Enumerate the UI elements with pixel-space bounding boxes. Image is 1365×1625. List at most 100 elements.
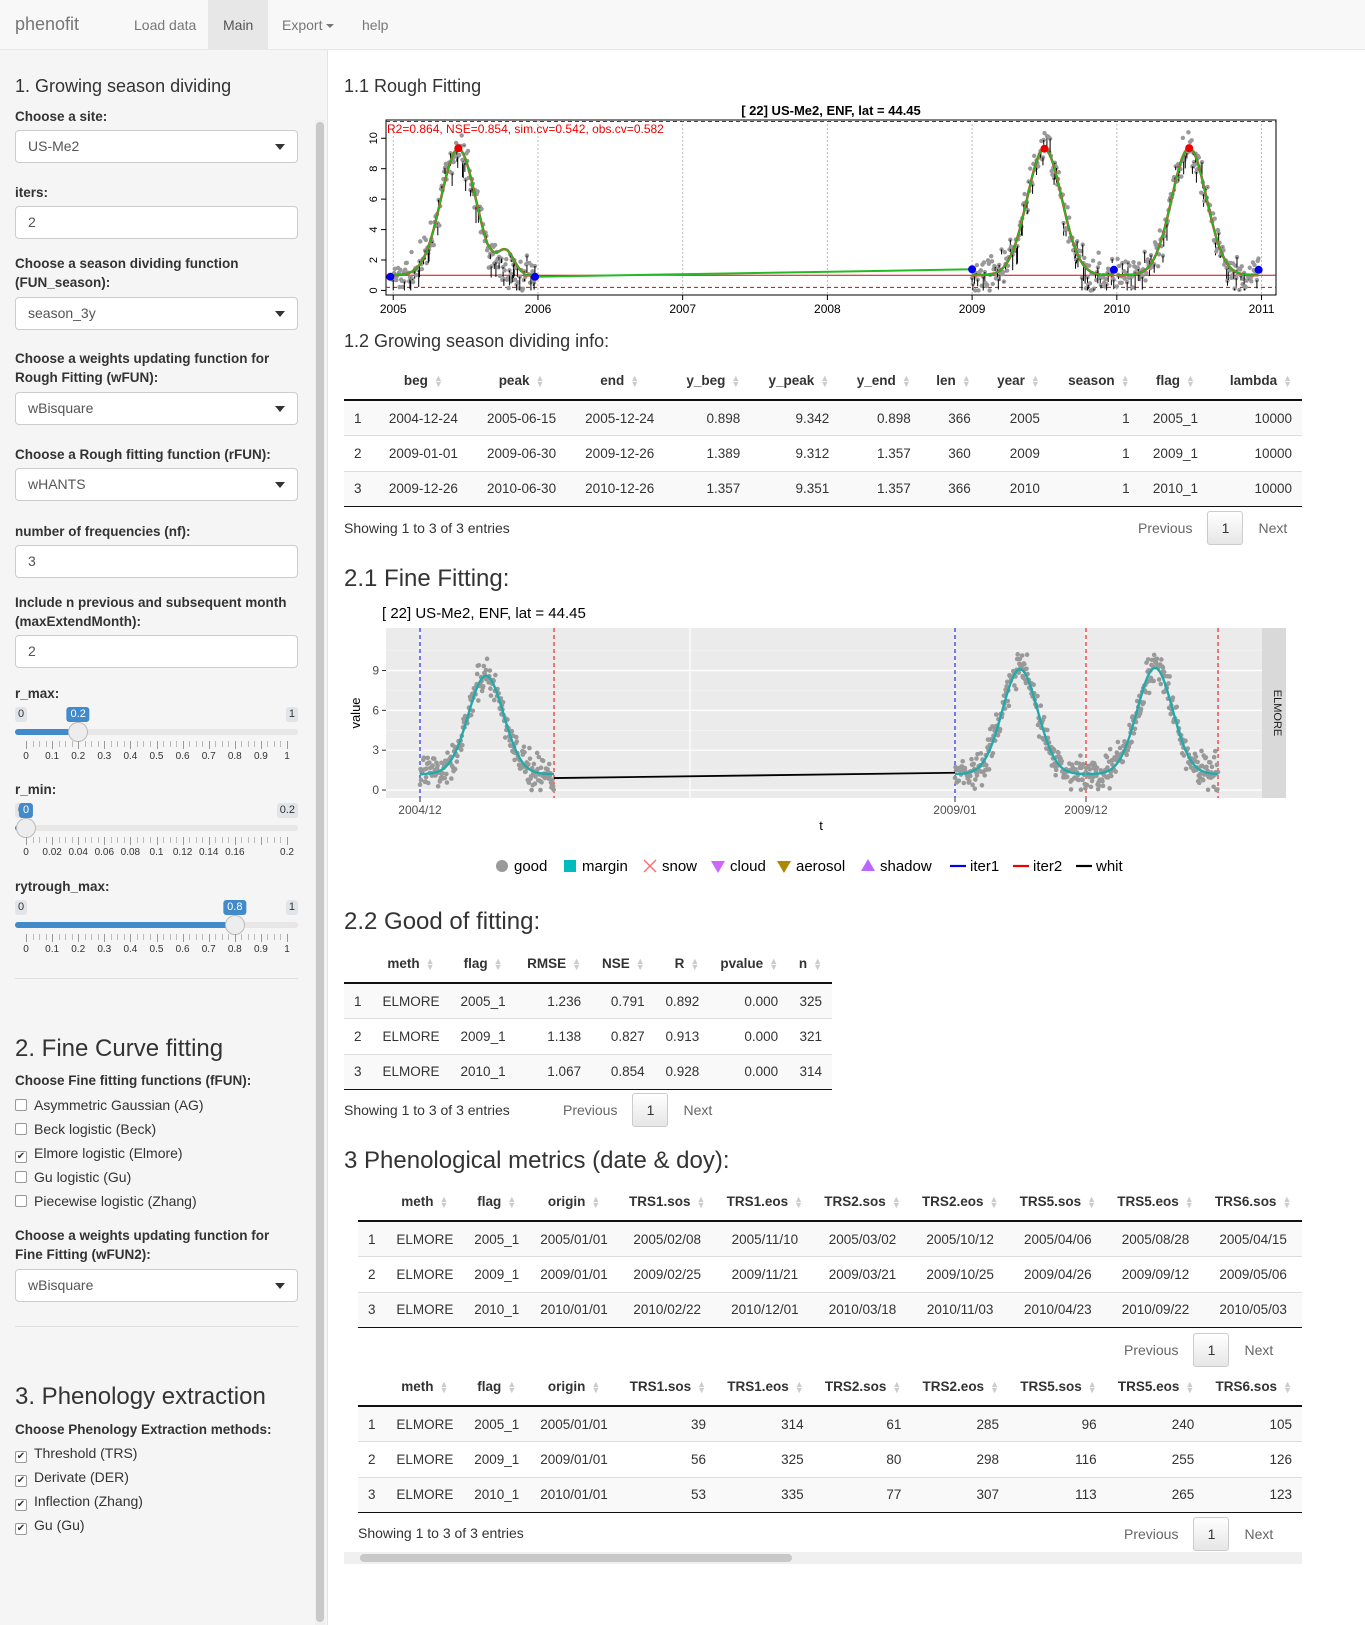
table-row[interactable]: 1 2004-12-24 2005-06-15 2005-12-24 0.898 9.34…	[344, 399, 1302, 436]
checkbox-option[interactable]: ✔ Elmore logistic (Elmore)	[15, 1144, 183, 1163]
column-header[interactable]: flag ▲ ▼	[463, 1183, 530, 1222]
slider-handle[interactable]	[68, 722, 89, 742]
checkbox-checked-icon[interactable]: ✔	[15, 1499, 27, 1511]
table-row[interactable]: 3 ELMORE 2010_1 2010/01/01 2010/02/22 2010/12…	[358, 1291, 1302, 1328]
column-header[interactable]: season ▲ ▼	[1049, 362, 1140, 401]
previous-button[interactable]: Previous	[563, 1102, 617, 1118]
max-extend-input[interactable]: 2	[15, 635, 298, 668]
checkbox-checked-icon[interactable]: ✔	[15, 1451, 27, 1463]
r-max-slider[interactable]: 0 1 0.2 0 0.1 0.2 0.3 0.4 0.5 0.6 0.7 0.8 0.9 1	[15, 707, 298, 779]
horizontal-scrollbar-thumb[interactable]	[360, 1554, 792, 1562]
column-header[interactable]: y_beg ▲ ▼	[668, 362, 751, 401]
column-header[interactable]: len ▲ ▼	[920, 362, 981, 401]
nf-input[interactable]: 3	[15, 545, 298, 578]
checkbox-icon[interactable]	[15, 1171, 27, 1183]
r-min-slider[interactable]: 00.2000.020.040.060.080.10.120.140.160.2	[15, 803, 298, 875]
table-row[interactable]: 2 2009-01-01 2009-06-30 2009-12-26 1.389 9.31…	[344, 435, 1302, 471]
checkbox-option[interactable]: Piecewise logistic (Zhang)	[15, 1192, 197, 1210]
page-1-button[interactable]: 1	[1193, 1333, 1230, 1367]
checkbox-icon[interactable]	[15, 1123, 27, 1135]
checkbox-checked-icon[interactable]: ✔	[15, 1151, 27, 1163]
page-1-button[interactable]: 1	[1193, 1517, 1230, 1551]
checkbox-option[interactable]: Beck logistic (Beck)	[15, 1120, 156, 1138]
previous-button[interactable]: Previous	[1124, 1342, 1178, 1358]
next-button[interactable]: Next	[683, 1102, 712, 1118]
column-header[interactable]: TRS1.eos ▲ ▼	[716, 1183, 814, 1222]
fun-season-select[interactable]: season_3y	[15, 297, 298, 330]
checkbox-option[interactable]: ✔ Threshold (TRS)	[15, 1444, 137, 1463]
main-horizontal-scrollbar[interactable]	[344, 1552, 1302, 1564]
table-row[interactable]: 3 ELMORE 2010_1 1.067 0.854 0.928 0.000 314	[344, 1053, 832, 1090]
previous-button[interactable]: Previous	[1138, 520, 1192, 536]
sidebar-scrollbar-thumb[interactable]	[316, 122, 324, 1622]
checkbox-checked-icon[interactable]: ✔	[15, 1523, 27, 1535]
column-header[interactable]: TRS6.sos ▲ ▼	[1204, 1368, 1302, 1407]
rfun-select[interactable]: wHANTS	[15, 468, 298, 501]
checkbox-option[interactable]: ✔ Gu (Gu)	[15, 1516, 85, 1535]
column-header[interactable]: end ▲ ▼	[570, 362, 669, 401]
column-header[interactable]: flag ▲ ▼	[1139, 362, 1212, 401]
iters-input[interactable]: 2	[15, 206, 298, 239]
table-row[interactable]: 1 ELMORE 2005_1 2005/01/01 2005/02/08 2005/11…	[358, 1220, 1302, 1257]
column-header[interactable]: n ▲ ▼	[788, 945, 832, 984]
sidebar-scrollbar[interactable]	[315, 120, 325, 1625]
column-header[interactable]: meth ▲ ▼	[385, 1183, 464, 1222]
checkbox-option[interactable]: ✔ Derivate (DER)	[15, 1468, 129, 1487]
column-header[interactable]: TRS2.sos ▲ ▼	[813, 1368, 912, 1407]
checkbox-icon[interactable]	[15, 1099, 27, 1111]
column-header[interactable]: TRS1.sos ▲ ▼	[618, 1183, 717, 1222]
table-row[interactable]: 2 ELMORE 2009_1 2009/01/01 2009/02/25 2009/11…	[358, 1256, 1302, 1292]
table-row[interactable]: 1 ELMORE 2005_1 2005/01/01 39 314 61 285 96 240 10…	[358, 1405, 1302, 1442]
table-row[interactable]: 1 ELMORE 2005_1 1.236 0.791 0.892 0.000 325	[344, 982, 832, 1019]
column-header[interactable]: TRS5.eos ▲ ▼	[1106, 1368, 1205, 1407]
column-header[interactable]: NSE ▲ ▼	[591, 945, 655, 984]
column-header[interactable]: TRS5.eos ▲ ▼	[1106, 1183, 1205, 1222]
column-header[interactable]: pvalue ▲ ▼	[709, 945, 789, 984]
next-button[interactable]: Next	[1244, 1526, 1273, 1542]
column-header[interactable]: TRS2.eos ▲ ▼	[911, 1368, 1009, 1407]
wfun2-select[interactable]: wBisquare	[15, 1269, 298, 1302]
rytrough-max-slider[interactable]: 0 1 0.8 0 0.1 0.2 0.3 0.4 0.5 0.6 0.7 0.8 0.9 1	[15, 900, 298, 972]
column-header[interactable]: TRS5.sos ▲ ▼	[1009, 1183, 1107, 1222]
column-header[interactable]: TRS6.sos ▲ ▼	[1204, 1183, 1302, 1222]
column-header[interactable]: meth ▲ ▼	[385, 1368, 464, 1407]
slider-handle[interactable]	[224, 915, 245, 935]
app-brand[interactable]: phenofit	[15, 14, 79, 35]
table-row[interactable]: 2 ELMORE 2009_1 1.138 0.827 0.913 0.000 321	[344, 1018, 832, 1054]
column-header[interactable]: TRS1.eos ▲ ▼	[716, 1368, 814, 1407]
nav-load-data[interactable]: Load data	[119, 0, 211, 50]
nav-export[interactable]: Export	[267, 0, 349, 50]
table-row[interactable]: 3 ELMORE 2010_1 2010/01/01 53 335 77 307 113 265 1…	[358, 1476, 1302, 1513]
slider-track[interactable]	[15, 825, 298, 831]
column-header[interactable]: peak ▲ ▼	[472, 362, 571, 401]
table-row[interactable]: 3 2009-12-26 2010-06-30 2010-12-26 1.357 9.35…	[344, 470, 1302, 507]
checkbox-checked-icon[interactable]: ✔	[15, 1475, 27, 1487]
next-button[interactable]: Next	[1258, 520, 1287, 536]
column-header[interactable]: flag ▲ ▼	[450, 945, 517, 984]
column-header[interactable]: lambda ▲ ▼	[1211, 362, 1302, 401]
wfun-select[interactable]: wBisquare	[15, 392, 298, 425]
table-row[interactable]: 2 ELMORE 2009_1 2009/01/01 56 325 80 298 116 255 1…	[358, 1441, 1302, 1477]
page-1-button[interactable]: 1	[1207, 511, 1244, 545]
column-header[interactable]: y_peak ▲ ▼	[750, 362, 840, 401]
checkbox-option[interactable]: Gu logistic (Gu)	[15, 1168, 131, 1186]
previous-button[interactable]: Previous	[1124, 1526, 1178, 1542]
site-select[interactable]: US-Me2	[15, 130, 298, 163]
column-header[interactable]: y_end ▲ ▼	[839, 362, 921, 401]
column-header[interactable]: R ▲ ▼	[654, 945, 710, 984]
nav-help[interactable]: help	[347, 0, 403, 50]
column-header[interactable]: TRS2.sos ▲ ▼	[813, 1183, 912, 1222]
page-1-button[interactable]: 1	[632, 1093, 669, 1127]
column-header[interactable]: TRS2.eos ▲ ▼	[911, 1183, 1009, 1222]
checkbox-icon[interactable]	[15, 1195, 27, 1207]
nav-main[interactable]: Main	[208, 0, 269, 50]
slider-handle[interactable]	[16, 818, 36, 838]
column-header[interactable]: TRS5.sos ▲ ▼	[1009, 1368, 1107, 1407]
column-header[interactable]: RMSE ▲ ▼	[516, 945, 592, 984]
column-header[interactable]: origin ▲ ▼	[529, 1183, 619, 1222]
next-button[interactable]: Next	[1244, 1342, 1273, 1358]
column-header[interactable]: beg ▲ ▼	[374, 362, 473, 401]
column-header[interactable]: flag ▲ ▼	[463, 1368, 530, 1407]
column-header[interactable]: year ▲ ▼	[980, 362, 1050, 401]
checkbox-option[interactable]: ✔ Inflection (Zhang)	[15, 1492, 143, 1511]
